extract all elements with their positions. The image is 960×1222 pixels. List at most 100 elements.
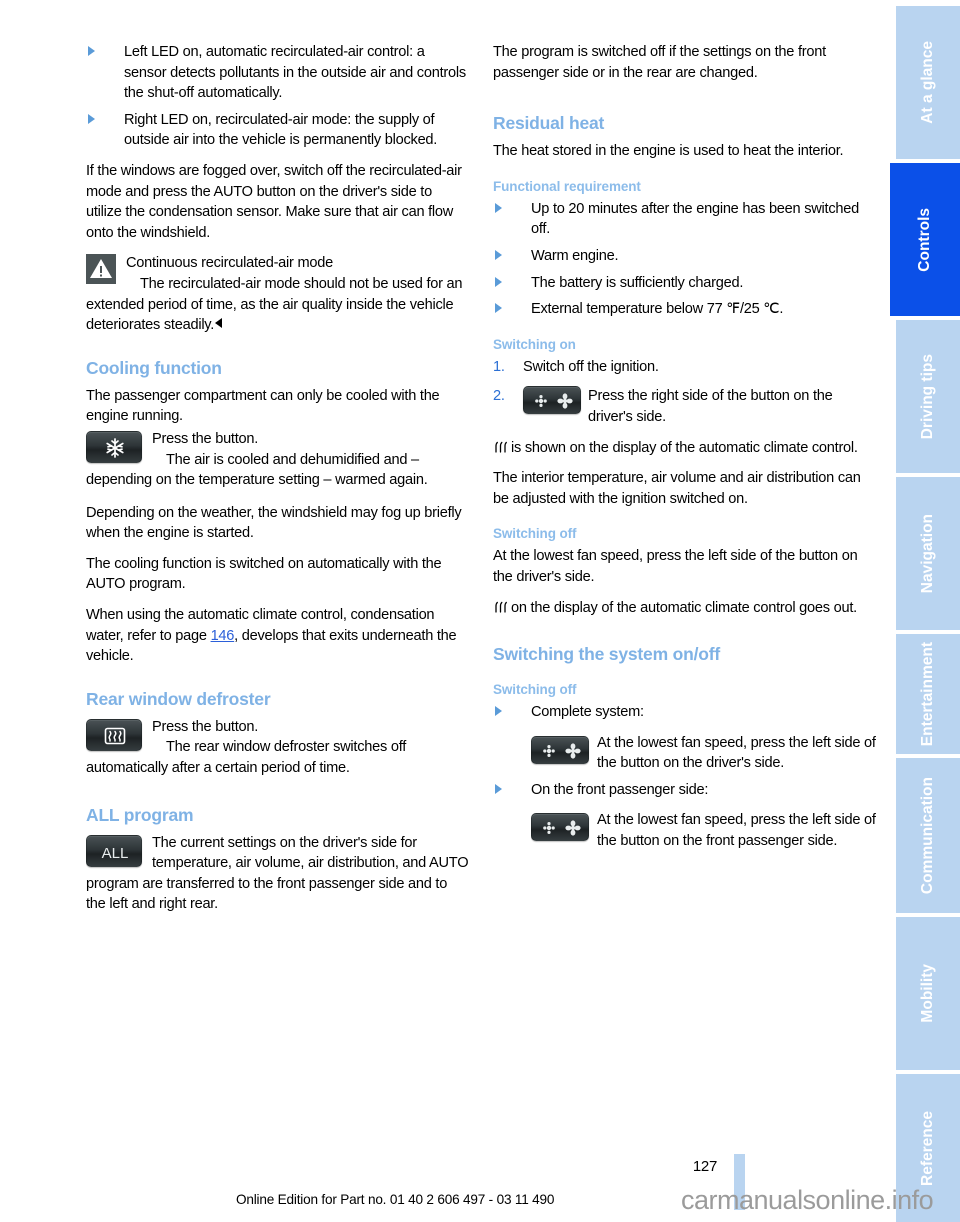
watermark: carmanualsonline.info [681, 1185, 934, 1215]
svg-text:ALL: ALL [102, 845, 129, 862]
functional-requirement-list: Up to 20 minutes after the engine has be… [493, 199, 876, 320]
bullet-triangle-icon [495, 783, 502, 794]
list-item-text: External temperature below 77 ℉/25 ℃. [531, 301, 784, 318]
page-reference-link[interactable]: 146 [211, 628, 235, 644]
residual-heat-glyph-icon [493, 600, 508, 614]
heading-switching-on: Switching on [493, 336, 576, 352]
warning-block: Continuous recirculated-air mode The rec… [86, 253, 469, 335]
bullet-triangle-icon [88, 113, 95, 124]
bullet-triangle-icon [495, 303, 502, 314]
warning-body-text: The recirculated-air mode should not be … [86, 275, 463, 334]
defroster-press-text: Press the button. [152, 718, 259, 735]
right-column: The program is switched off if the setti… [493, 42, 876, 918]
complete-system-figure: At the lowest fan speed, press the left … [531, 733, 876, 774]
led-bullet-list: Left LED on, automatic recirculated-air … [86, 42, 469, 151]
list-item: Complete system: [493, 702, 876, 723]
bullet-triangle-icon [495, 706, 502, 717]
cooling-auto-note: The cooling function is switched on auto… [86, 555, 442, 593]
rear-window-defroster-button-icon[interactable] [86, 718, 142, 751]
warning-triangle-icon [86, 254, 116, 285]
fan-snowflake-button-icon[interactable] [531, 813, 589, 842]
residual-heat-adjust-note: The interior temperature, air volume and… [493, 470, 861, 507]
fan-snowflake-button-icon[interactable] [531, 735, 589, 764]
residual-heat-glyph-icon [493, 440, 508, 454]
list-item: The battery is sufficiently charged. [493, 273, 876, 294]
switching-on-steps: 1. Switch off the ignition. 2. Press the… [493, 357, 876, 428]
list-item: External temperature below 77 ℉/25 ℃. [493, 299, 876, 320]
list-item-text: Warm engine. [531, 247, 619, 264]
list-item-text: Left LED on, automatic recirculated-air … [124, 44, 466, 102]
list-item: Up to 20 minutes after the engine has be… [493, 199, 876, 240]
tab-label: Driving tips [919, 353, 936, 440]
tab-label: Navigation [919, 513, 936, 594]
list-item: Left LED on, automatic recirculated-air … [86, 42, 469, 104]
section-tab-rail: At a glance Controls Driving tips Naviga… [890, 0, 960, 1222]
heading-rear-window-defroster: Rear window defroster [86, 688, 271, 709]
passenger-side-figure: At the lowest fan speed, press the left … [531, 810, 876, 851]
residual-heat-display-note: is shown on the display of the automatic… [493, 438, 876, 459]
sidebar-item-navigation[interactable]: Navigation [896, 477, 960, 630]
step-number: 2. [493, 388, 505, 405]
tab-label: Reference [919, 1110, 936, 1186]
list-item-label: On the front passenger side: [531, 781, 709, 798]
list-item-text: Right LED on, recirculated-air mode: the… [124, 111, 438, 149]
warning-title: Continuous recirculated-air mode [126, 255, 333, 272]
step-text: Switch off the ignition. [523, 358, 659, 375]
footer-part-number: Online Edition for Part no. 01 40 2 606 … [236, 1192, 555, 1207]
program-off-paragraph: The program is switched off if the setti… [493, 44, 826, 81]
all-button-icon[interactable]: ALL [86, 834, 142, 867]
all-program-block: ALL The current settings on the driver's… [86, 833, 469, 915]
cooling-button-block: Press the button. The air is cooled and … [86, 429, 469, 491]
list-item-text: The battery is sufficiently charged. [531, 274, 744, 291]
cooling-condensation-note: When using the automatic climate control… [86, 605, 469, 667]
bullet-triangle-icon [495, 276, 502, 287]
page-number: 127 [692, 1158, 717, 1175]
bullet-triangle-icon [88, 46, 95, 56]
content-columns: Left LED on, automatic recirculated-air … [86, 42, 876, 918]
bullet-triangle-icon [495, 249, 502, 260]
passenger-side-list: On the front passenger side: [493, 780, 876, 801]
cooling-press-text: Press the button. [152, 430, 259, 447]
tab-label: Communication [919, 776, 936, 895]
cooling-intro: The passenger compartment can only be co… [86, 387, 440, 425]
sidebar-item-controls[interactable]: Controls [890, 163, 960, 316]
left-column: Left LED on, automatic recirculated-air … [86, 42, 469, 918]
heading-residual-heat: Residual heat [493, 113, 605, 134]
manual-page: Left LED on, automatic recirculated-air … [0, 0, 960, 1222]
step-number: 1. [493, 358, 505, 375]
heading-cooling-function: Cooling function [86, 357, 222, 378]
cooling-result-text: The air is cooled and dehumidified and –… [86, 451, 428, 489]
switching-off-body: At the lowest fan speed, press the left … [493, 548, 858, 585]
list-item: 2. Press the right side of the button on… [493, 386, 876, 427]
sidebar-item-entertainment[interactable]: Entertainment [896, 634, 960, 754]
cooling-fog-note: Depending on the weather, the windshield… [86, 504, 462, 542]
bullet-triangle-icon [495, 202, 502, 213]
all-program-body: The current settings on the driver's sid… [86, 834, 469, 913]
fogged-windows-paragraph: If the windows are fogged over, switch o… [86, 162, 462, 241]
snowflake-button-icon[interactable] [86, 430, 142, 463]
heading-functional-requirement: Functional requirement [493, 178, 641, 194]
tab-label: Controls [916, 207, 933, 272]
residual-heat-intro: The heat stored in the engine is used to… [493, 143, 844, 160]
sidebar-item-mobility[interactable]: Mobility [896, 917, 960, 1070]
sidebar-item-at-a-glance[interactable]: At a glance [896, 6, 960, 159]
sidebar-item-driving-tips[interactable]: Driving tips [896, 320, 960, 473]
display-note-text: on the display of the automatic climate … [511, 599, 857, 616]
display-note-text: is shown on the display of the automatic… [511, 439, 858, 456]
step-text: Press the right side of the button on th… [588, 388, 833, 425]
sidebar-item-communication[interactable]: Communication [896, 758, 960, 913]
heading-switching-system-onoff: Switching the system on/off [493, 644, 720, 665]
switching-off-display-note: on the display of the automatic climate … [493, 598, 876, 619]
warning-body: The recirculated-air mode should not be … [86, 274, 469, 336]
fan-snowflake-button-icon[interactable] [523, 386, 581, 415]
heading-all-program: ALL program [86, 804, 194, 825]
defroster-button-block: Press the button. The rear window defros… [86, 717, 469, 779]
list-item: 1. Switch off the ignition. [493, 357, 876, 378]
list-item: On the front passenger side: [493, 780, 876, 801]
list-item-label: Complete system: [531, 704, 644, 721]
list-item-text: Up to 20 minutes after the engine has be… [531, 200, 859, 238]
system-off-list: Complete system: [493, 702, 876, 723]
defroster-body-text: The rear window defroster switches off a… [86, 739, 407, 777]
heading-switching-off-residual: Switching off [493, 526, 577, 542]
heading-switching-off-system: Switching off [493, 682, 577, 698]
